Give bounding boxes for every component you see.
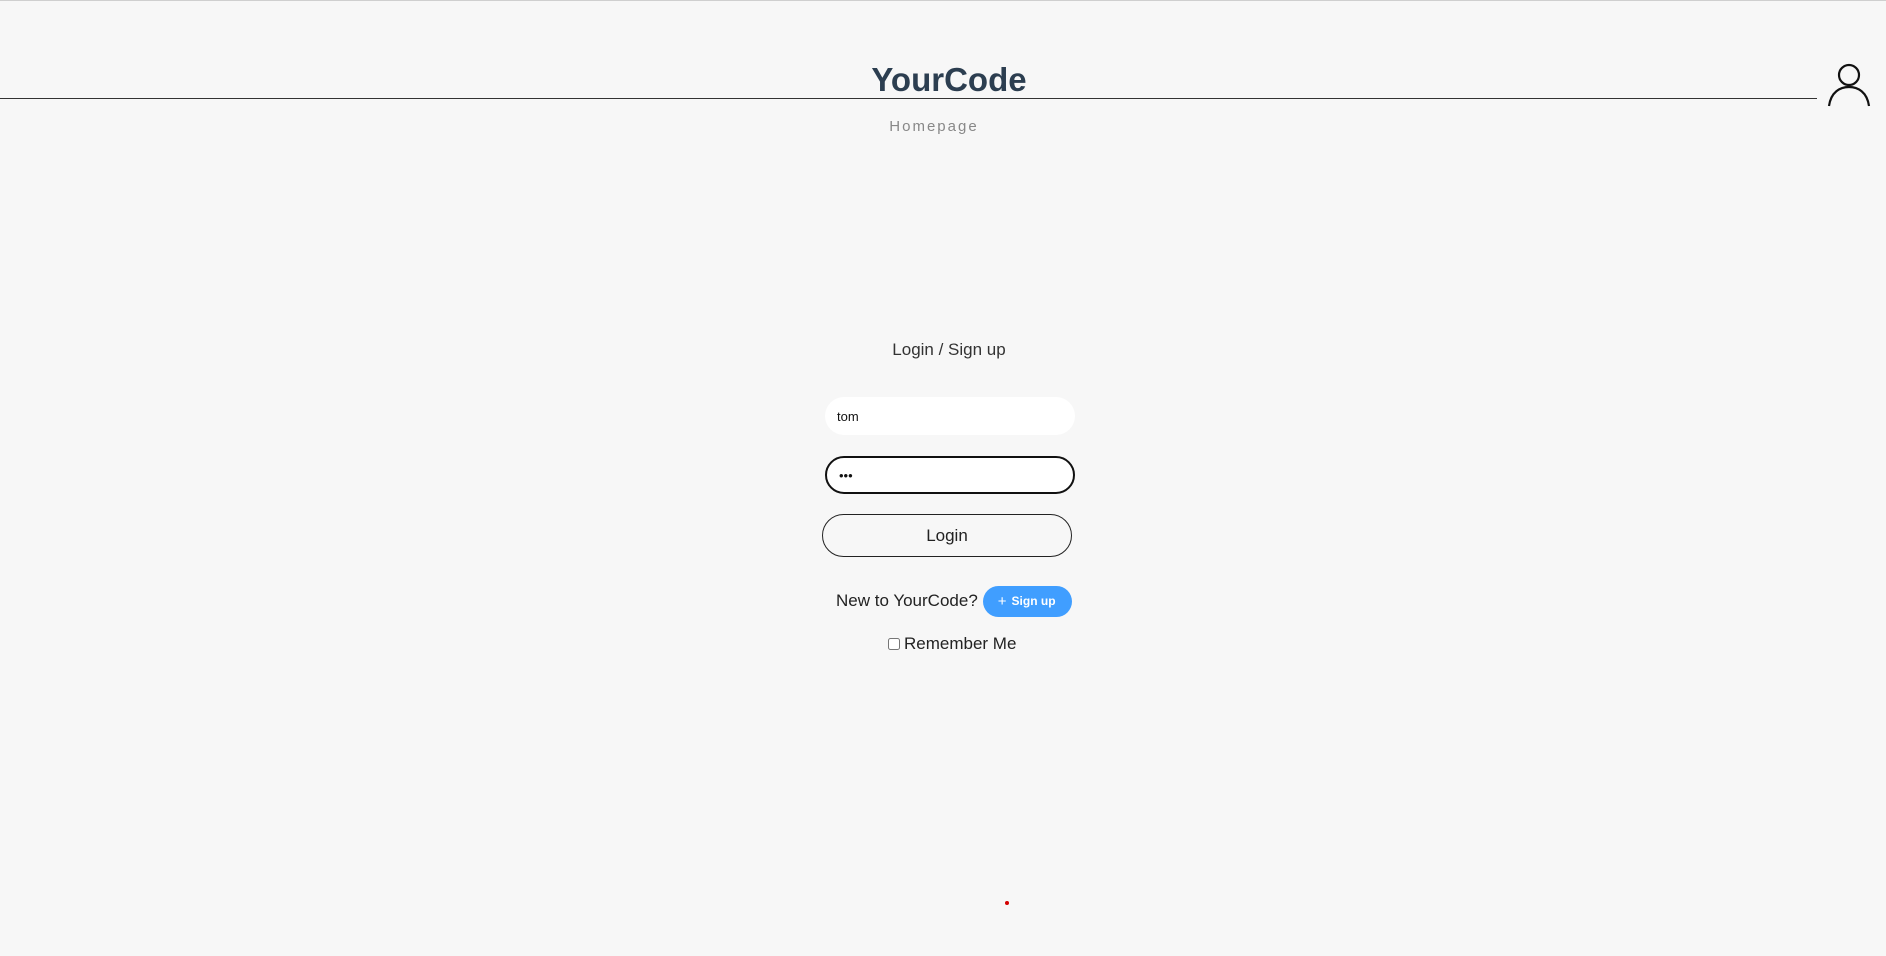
- signup-prompt: New to YourCode?: [836, 591, 978, 610]
- login-button[interactable]: Login: [822, 514, 1072, 557]
- username-input[interactable]: [825, 397, 1075, 435]
- signup-button[interactable]: + Sign up: [982, 585, 1072, 617]
- form-title: Login / Sign up: [892, 340, 1006, 359]
- page: YourCode Homepage Login / Sign up Login …: [0, 0, 1886, 956]
- password-input[interactable]: [825, 456, 1075, 494]
- site-logo[interactable]: YourCode: [0, 58, 1886, 102]
- user-icon[interactable]: [1826, 61, 1872, 107]
- plus-icon: +: [997, 592, 1007, 610]
- remember-me[interactable]: Remember Me: [888, 634, 1016, 654]
- signup-button-label: Sign up: [1011, 594, 1056, 608]
- status-dot: [1005, 901, 1009, 905]
- remember-me-checkbox[interactable]: [888, 638, 900, 650]
- signup-row: New to YourCode? + Sign up: [836, 585, 1072, 617]
- brand-title: YourCode: [869, 61, 1029, 98]
- nav-link-homepage[interactable]: Homepage: [0, 118, 1868, 136]
- remember-me-label: Remember Me: [904, 634, 1017, 653]
